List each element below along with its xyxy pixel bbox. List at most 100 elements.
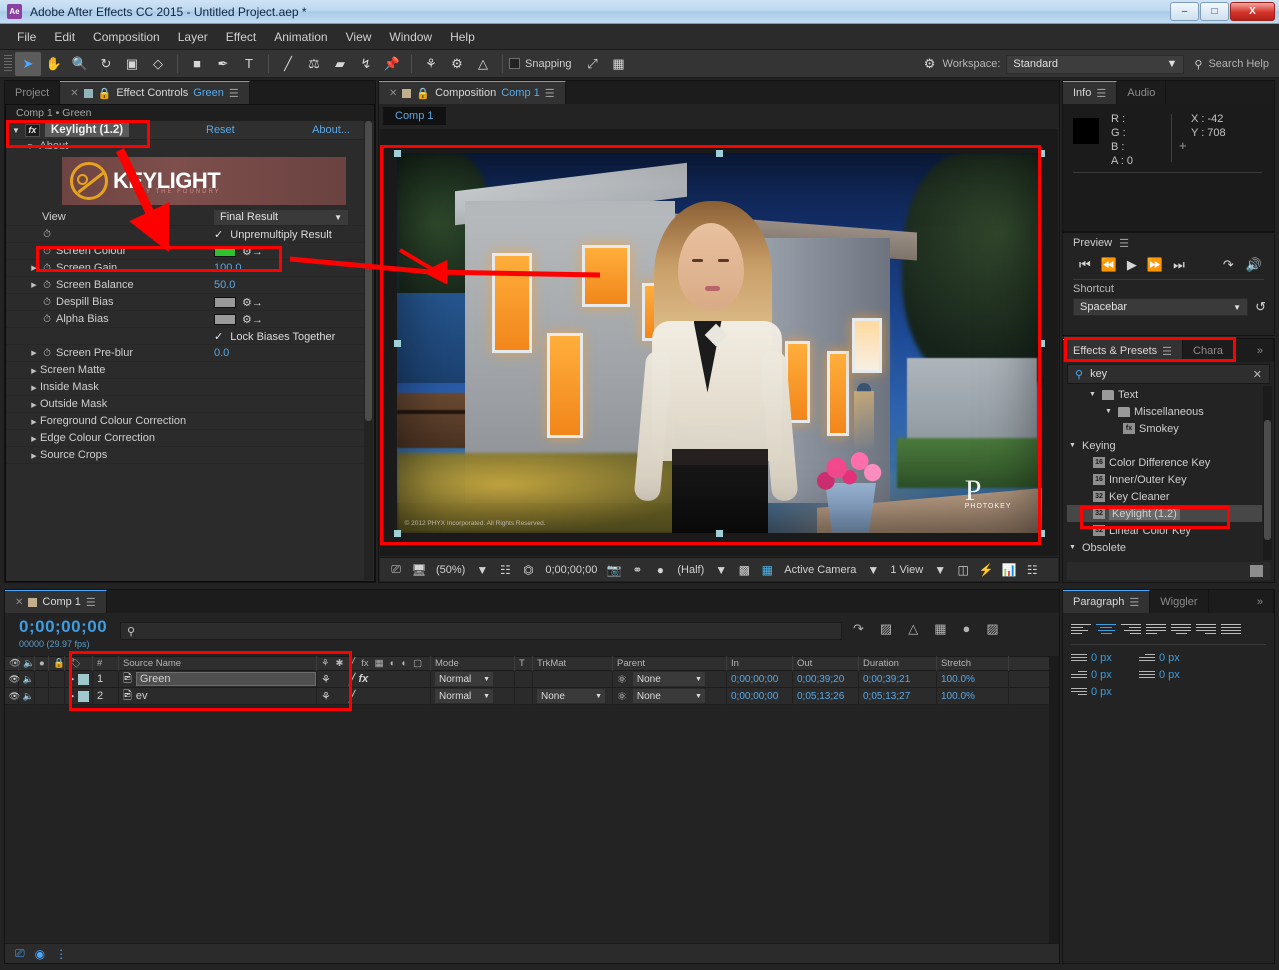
parent-select[interactable]: None ▼	[632, 672, 705, 686]
composition-canvas[interactable]: P PHOTOKEY © 2012 PHYX Incorporated. All …	[396, 152, 1042, 533]
toolbar-grip[interactable]	[4, 54, 12, 73]
property-row-screen-colour[interactable]: ▶ ⏱ Screen Colour ⚙→	[6, 243, 364, 260]
property-row-screen-balance[interactable]: ▶ ⏱ Screen Balance 50.0	[6, 277, 364, 294]
close-icon[interactable]: ✕	[389, 88, 397, 99]
view-select[interactable]: Final Result ▼	[214, 209, 348, 225]
menu-view[interactable]: View	[337, 27, 381, 47]
selection-tool-icon[interactable]: ➤	[15, 51, 41, 76]
shape-tool-icon[interactable]: ■	[184, 52, 210, 76]
collapse-icon[interactable]: ╱	[349, 673, 356, 686]
selection-handle-tl[interactable]	[393, 149, 401, 157]
frame-blending-icon[interactable]: ▦	[934, 621, 946, 637]
comp-flowchart-icon[interactable]: ☷	[1022, 561, 1042, 579]
screen-colour-swatch[interactable]	[214, 245, 236, 257]
show-snapshot-icon[interactable]: ⚭	[627, 561, 647, 579]
selection-handle-tr[interactable]	[1037, 149, 1045, 157]
parent-link-icon[interactable]: ⚘	[321, 673, 331, 686]
panel-menu-icon[interactable]: ☰	[1119, 237, 1129, 250]
fast-previews-icon[interactable]: ⚡	[976, 561, 996, 579]
subtab-comp1[interactable]: Comp 1	[383, 107, 446, 125]
eraser-tool-icon[interactable]: ▰	[327, 52, 353, 76]
list-item-key-cleaner[interactable]: 32 Key Cleaner	[1067, 488, 1262, 505]
list-item-obsolete-category[interactable]: ▼ Obsolete	[1067, 539, 1262, 556]
panel-menu-icon[interactable]: ☰	[1162, 345, 1172, 358]
panel-menu-icon[interactable]: ☰	[1096, 87, 1106, 100]
list-item-color-difference-key[interactable]: 16 Color Difference Key	[1067, 454, 1262, 471]
timeline-current-time[interactable]: 0;00;00;00	[19, 617, 107, 637]
space-after-paragraph-value[interactable]: 0 px	[1091, 686, 1112, 698]
list-item-smokey[interactable]: fx Smokey	[1067, 420, 1262, 437]
rotation-tool-icon[interactable]: ↻	[93, 52, 119, 76]
snapping-checkbox[interactable]	[509, 58, 520, 69]
stopwatch-icon[interactable]: ⏱	[40, 229, 54, 240]
property-group-foreground-colour-correction[interactable]: ▶ Foreground Colour Correction	[6, 413, 364, 430]
disclosure-triangle-icon[interactable]: ▼	[1105, 408, 1114, 415]
disclosure-triangle-icon[interactable]: ▶	[28, 367, 40, 375]
disclosure-triangle-icon[interactable]: ▼	[1089, 391, 1098, 398]
list-item-inner-outer-key[interactable]: 16 Inner/Outer Key	[1067, 471, 1262, 488]
list-item-keylight[interactable]: 32 Keylight (1.2)	[1067, 505, 1262, 522]
layer-duration[interactable]: 0;05;13;27	[863, 691, 910, 702]
region-of-interest-icon[interactable]: ⏣	[518, 561, 538, 579]
puppet-overlap-icon[interactable]: △	[470, 52, 496, 76]
disclosure-triangle-icon[interactable]: ▶	[28, 418, 40, 426]
disclosure-triangle-icon[interactable]: ▼	[26, 142, 34, 151]
layer-in-point[interactable]: 0;00;00;00	[731, 674, 778, 685]
stopwatch-icon[interactable]: ⏱	[40, 263, 54, 274]
timeline-scrollbar[interactable]	[1049, 656, 1059, 943]
tab-paragraph[interactable]: Paragraph ☰	[1063, 590, 1151, 613]
blend-mode-select[interactable]: Normal ▼	[435, 672, 493, 686]
selection-handle-ml[interactable]	[393, 339, 401, 347]
zoom-tool-icon[interactable]: 🔍	[67, 52, 93, 76]
space-after-paragraph-field[interactable]: 0 px	[1071, 685, 1137, 698]
puppet-pin-icon[interactable]: ⚘	[418, 52, 444, 76]
tab-effect-controls[interactable]: ✕ 🔒 Effect Controls Green ☰	[60, 81, 250, 104]
brush-tool-icon[interactable]: ╱	[275, 52, 301, 76]
disclosure-triangle-icon[interactable]: ▶	[28, 349, 40, 357]
lock-biases-checkbox[interactable]: ✓ Lock Biases Together	[214, 330, 335, 343]
disclosure-triangle-icon[interactable]: ▶	[28, 384, 40, 392]
menu-file[interactable]: File	[8, 27, 45, 47]
pixel-aspect-icon[interactable]: ◫	[953, 561, 973, 579]
layer-duration[interactable]: 0;00;39;21	[863, 674, 910, 685]
hide-shy-layers-icon[interactable]: △	[908, 621, 918, 637]
audio-icon[interactable]: 🔊	[1246, 257, 1262, 273]
layer-out-point[interactable]: 0;05;13;26	[797, 691, 844, 702]
panel-menu-icon[interactable]: ☰	[545, 87, 555, 100]
eyedropper-icon[interactable]: ⚙→	[242, 296, 263, 309]
tab-wiggler[interactable]: Wiggler	[1150, 590, 1209, 613]
property-row-screen-pre-blur[interactable]: ▶ ⏱ Screen Pre-blur 0.0	[6, 345, 364, 362]
eyedropper-icon[interactable]: ⚙→	[242, 313, 263, 326]
label-icon[interactable]: 🏷	[69, 658, 81, 669]
more-tabs-icon[interactable]: »	[1247, 339, 1274, 362]
search-help-input[interactable]: Search Help	[1208, 58, 1269, 70]
panel-menu-icon[interactable]: ☰	[229, 87, 239, 100]
list-item-linear-color-key[interactable]: 32 Linear Color Key	[1067, 522, 1262, 539]
camera-tool-icon[interactable]: ▣	[119, 52, 145, 76]
parent-select[interactable]: None ▼	[632, 689, 705, 703]
pen-tool-icon[interactable]: ✒	[210, 52, 236, 76]
stopwatch-icon[interactable]: ⏱	[40, 314, 54, 325]
list-item-keying-category[interactable]: ▼ Keying	[1067, 437, 1262, 454]
menu-composition[interactable]: Composition	[84, 27, 169, 47]
stopwatch-icon[interactable]: ⏱	[40, 246, 54, 257]
selection-handle-bl[interactable]	[393, 529, 401, 537]
list-item-text-folder[interactable]: ▼ Text	[1067, 386, 1262, 403]
last-frame-icon[interactable]: ⏭	[1173, 257, 1185, 273]
alpha-bias-swatch[interactable]	[214, 313, 236, 325]
graph-editor-icon[interactable]: ▨	[986, 621, 998, 637]
tab-character[interactable]: Chara	[1183, 339, 1235, 362]
lock-icon[interactable]: 🔒	[98, 87, 112, 100]
indent-right-margin-value[interactable]: 0 px	[1159, 669, 1180, 681]
layer-stretch[interactable]: 100.0%	[941, 674, 975, 685]
property-group-source-crops[interactable]: ▶ Source Crops	[6, 447, 364, 464]
selection-handle-br[interactable]	[1037, 529, 1045, 537]
indent-first-line-value[interactable]: 0 px	[1159, 652, 1180, 664]
audio-icon[interactable]: 🔈	[23, 691, 34, 702]
about-group-row[interactable]: ▼ About	[6, 140, 364, 154]
maximize-button[interactable]: □	[1200, 2, 1229, 21]
property-value-screen-balance[interactable]: 50.0	[214, 279, 235, 291]
scrollbar-thumb[interactable]	[365, 121, 372, 421]
disclosure-triangle-icon[interactable]: ▶	[69, 692, 74, 700]
clone-stamp-tool-icon[interactable]: ⚖	[301, 52, 327, 76]
